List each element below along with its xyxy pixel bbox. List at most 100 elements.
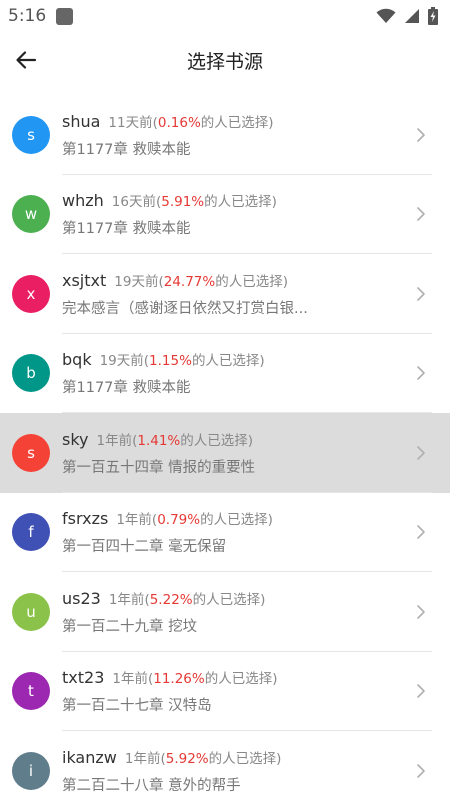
source-line1: sky 1年前(1.41%的人已选择): [62, 429, 406, 449]
source-percentage: 5.92%: [165, 750, 209, 767]
source-text: xsjtxt 19天前(24.77%的人已选择) 完本感言（感谢逐日依然又打赏白…: [62, 270, 406, 318]
selected-suffix: 的人已选择): [200, 512, 273, 529]
status-bar: 5:16: [0, 0, 450, 32]
source-avatar-letter: b: [26, 364, 36, 383]
source-latest-chapter: 第1177章 救赎本能: [62, 380, 191, 397]
source-name: whzh: [62, 191, 104, 211]
source-text: txt23 1年前(11.26%的人已选择) 第一百二十七章 汉特岛: [62, 667, 406, 715]
source-row-ikanzw[interactable]: i ikanzw 1年前(5.92%的人已选择) 第二百二十八章 意外的帮手: [0, 731, 450, 800]
source-meta: 1年前(5.22%的人已选择): [109, 588, 266, 608]
chevron-right-icon: [406, 206, 436, 222]
status-time: 5:16: [8, 6, 47, 26]
source-row-txt23[interactable]: t txt23 1年前(11.26%的人已选择) 第一百二十七章 汉特岛: [0, 652, 450, 732]
source-percentage: 5.91%: [161, 194, 205, 211]
source-row-fsrxzs[interactable]: f fsrxzs 1年前(0.79%的人已选择) 第一百四十二章 毫无保留: [0, 493, 450, 573]
source-time: 19天前: [99, 353, 144, 370]
source-latest-chapter: 第一百四十二章 毫无保留: [62, 539, 227, 556]
selected-suffix: 的人已选择): [200, 114, 274, 131]
source-meta: 1年前(11.26%的人已选择): [112, 667, 277, 687]
source-line1: bqk 19天前(1.15%的人已选择): [62, 349, 406, 369]
source-avatar-letter: i: [28, 761, 34, 780]
source-text: shua 11天前(0.16%的人已选择) 第1177章 救赎本能: [62, 111, 406, 159]
source-meta: 19天前(1.15%的人已选择): [100, 349, 265, 369]
source-latest-chapter: 第一百五十四章 情报的重要性: [62, 459, 256, 476]
source-avatar-letter: f: [28, 523, 34, 542]
wifi-icon: [376, 8, 396, 23]
source-avatar-letter: w: [24, 205, 38, 224]
source-name: shua: [62, 111, 101, 131]
source-percentage: 1.15%: [149, 353, 192, 370]
chevron-right-icon: [406, 524, 436, 540]
source-name: xsjtxt: [62, 270, 107, 290]
source-avatar: i: [12, 751, 50, 790]
source-name: fsrxzs: [62, 509, 109, 529]
source-line1: whzh 16天前(5.91%的人已选择): [62, 190, 406, 210]
source-text: sky 1年前(1.41%的人已选择) 第一百五十四章 情报的重要性: [62, 429, 406, 477]
source-avatar: s: [12, 115, 50, 154]
source-text: fsrxzs 1年前(0.79%的人已选择) 第一百四十二章 毫无保留: [62, 508, 406, 556]
source-row-bqk[interactable]: b bqk 19天前(1.15%的人已选择) 第1177章 救赎本能: [0, 334, 450, 414]
back-button[interactable]: [10, 44, 42, 76]
source-name: bqk: [62, 350, 92, 370]
chevron-right-icon: [406, 127, 436, 143]
source-avatar: x: [12, 274, 50, 313]
source-name: us23: [62, 588, 101, 608]
source-row-whzh[interactable]: w whzh 16天前(5.91%的人已选择) 第1177章 救赎本能: [0, 175, 450, 255]
status-icons: [376, 7, 438, 25]
signal-icon: [405, 9, 419, 23]
app-bar: 选择书源: [0, 32, 450, 88]
source-line1: us23 1年前(5.22%的人已选择): [62, 588, 406, 608]
source-avatar-letter: u: [26, 602, 36, 621]
source-meta: 1年前(1.41%的人已选择): [97, 429, 254, 449]
source-meta: 16天前(5.91%的人已选择): [112, 190, 277, 210]
selected-suffix: 的人已选择): [204, 194, 277, 211]
source-latest-chapter: 完本感言（感谢逐日依然又打赏白银...: [62, 300, 308, 317]
source-percentage: 24.77%: [163, 273, 216, 290]
source-row-xsjtxt[interactable]: x xsjtxt 19天前(24.77%的人已选择) 完本感言（感谢逐日依然又打…: [0, 254, 450, 334]
source-latest-chapter: 第二百二十八章 意外的帮手: [62, 777, 241, 794]
source-meta: 1年前(0.79%的人已选择): [116, 508, 273, 528]
battery-charging-icon: [428, 7, 438, 25]
source-time: 11天前: [108, 114, 153, 131]
source-time: 1年前: [124, 750, 161, 767]
selected-suffix: 的人已选择): [204, 671, 278, 688]
arrow-left-icon: [16, 51, 37, 69]
source-row-us23[interactable]: u us23 1年前(5.22%的人已选择) 第一百二十九章 挖坟: [0, 572, 450, 652]
source-latest-chapter: 第一百二十九章 挖坟: [62, 618, 198, 635]
selected-suffix: 的人已选择): [192, 591, 266, 608]
source-time: 1年前: [116, 512, 152, 529]
notification-app-icon: [56, 7, 74, 25]
source-latest-chapter: 第一百二十七章 汉特岛: [62, 698, 212, 715]
source-line1: txt23 1年前(11.26%的人已选择): [62, 667, 406, 687]
chevron-right-icon: [406, 445, 436, 461]
source-avatar: t: [12, 672, 50, 711]
selected-suffix: 的人已选择): [180, 432, 254, 449]
source-name: ikanzw: [62, 747, 117, 767]
page-title: 选择书源: [186, 50, 263, 73]
source-name: txt23: [62, 668, 105, 688]
chevron-right-icon: [406, 365, 436, 381]
source-list: s shua 11天前(0.16%的人已选择) 第1177章 救赎本能 w wh…: [0, 95, 450, 800]
source-avatar: w: [12, 195, 50, 234]
selected-suffix: 的人已选择): [215, 273, 288, 290]
source-row-sky[interactable]: s sky 1年前(1.41%的人已选择) 第一百五十四章 情报的重要性: [0, 413, 450, 493]
source-latest-chapter: 第1177章 救赎本能: [62, 221, 191, 238]
source-time: 19天前: [114, 273, 159, 290]
source-percentage: 0.16%: [157, 114, 201, 131]
screen: 5:16 选择书源 s shua 11天前(0.16%的人已选择) 第1177章…: [0, 0, 450, 800]
source-avatar: u: [12, 592, 50, 631]
source-meta: 19天前(24.77%的人已选择): [114, 270, 288, 290]
source-time: 1年前: [96, 432, 133, 449]
source-line1: fsrxzs 1年前(0.79%的人已选择): [62, 508, 406, 528]
source-avatar-letter: s: [27, 125, 35, 144]
chevron-right-icon: [406, 763, 436, 779]
source-avatar: s: [12, 433, 50, 472]
source-avatar-letter: s: [27, 443, 35, 462]
source-row-shua[interactable]: s shua 11天前(0.16%的人已选择) 第1177章 救赎本能: [0, 95, 450, 175]
source-latest-chapter: 第1177章 救赎本能: [62, 141, 191, 158]
chevron-right-icon: [406, 604, 436, 620]
source-text: bqk 19天前(1.15%的人已选择) 第1177章 救赎本能: [62, 349, 406, 397]
source-time: 1年前: [112, 671, 148, 688]
selected-suffix: 的人已选择): [208, 750, 282, 767]
chevron-right-icon: [406, 683, 436, 699]
